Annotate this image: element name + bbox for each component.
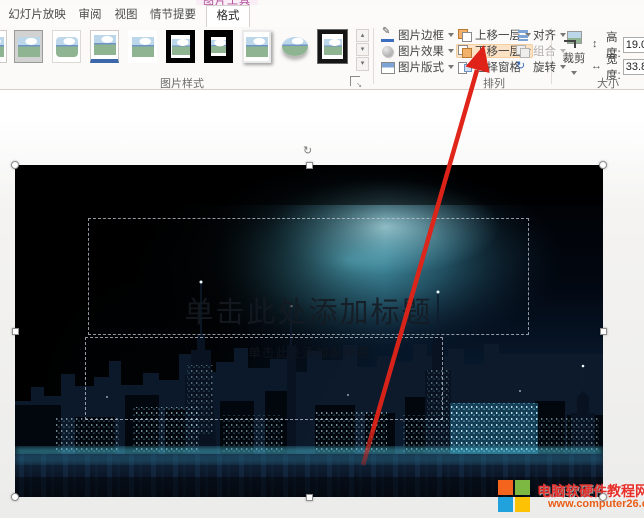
ribbon-tab-row: 幻灯片放映 审阅 视图 情节提要 格式 <box>0 5 644 27</box>
picture-border-label: 图片边框 <box>398 27 444 43</box>
picture-border-icon <box>381 29 395 42</box>
logo-square-yellow <box>515 497 530 512</box>
resize-handle-bottom-left[interactable] <box>11 493 19 501</box>
logo-square-orange <box>498 480 513 495</box>
resize-handle-top-center[interactable] <box>306 162 313 169</box>
title-placeholder[interactable]: 单击此处添加标题 <box>88 218 529 335</box>
style-preview-image <box>172 39 190 55</box>
picture-layout-icon <box>381 61 395 74</box>
group-separator <box>373 28 374 84</box>
resize-handle-top-right[interactable] <box>599 161 607 169</box>
ribbon: 图片工具 幻灯片放映 审阅 视图 情节提要 格式 ▴ ▾ ▾ <box>0 0 644 90</box>
picture-effects-label: 图片效果 <box>398 43 444 59</box>
dialog-launcher-icon[interactable] <box>350 76 360 86</box>
rotate-label: 旋转 <box>533 59 556 75</box>
width-icon <box>590 61 604 74</box>
tab-storyboard[interactable]: 情节提要 <box>148 5 198 26</box>
watermark-logo-icon <box>498 480 532 514</box>
gallery-scroll-up-icon[interactable]: ▴ <box>356 29 369 42</box>
chevron-down-icon <box>571 71 577 75</box>
size-group-label: 大小 <box>597 75 619 91</box>
tab-view[interactable]: 视图 <box>112 5 140 26</box>
style-preview-image <box>0 37 4 57</box>
picture-style-thumbnail[interactable] <box>52 30 81 63</box>
picture-layout-label: 图片版式 <box>398 59 444 75</box>
title-placeholder-text: 单击此处添加标题 <box>184 289 432 334</box>
picture-style-thumbnail[interactable] <box>242 30 271 63</box>
height-icon <box>590 39 604 52</box>
picture-style-thumbnail[interactable] <box>204 30 233 63</box>
style-preview-image <box>56 37 78 57</box>
picture-effects-button[interactable]: 图片效果 <box>379 44 456 58</box>
gallery-scroll-down-icon[interactable]: ▾ <box>356 43 369 56</box>
powerpoint-window: 图片工具 幻灯片放映 审阅 视图 情节提要 格式 ▴ ▾ ▾ <box>0 0 644 518</box>
send-backward-icon <box>458 45 472 58</box>
picture-style-thumbnail[interactable] <box>318 30 347 63</box>
picture-style-thumbnail[interactable] <box>280 30 309 63</box>
rotation-handle-icon[interactable]: ↻ <box>303 144 312 157</box>
picture-styles-group-label: 图片样式 <box>160 75 204 91</box>
picture-style-thumbnail-selected[interactable] <box>14 30 43 63</box>
crop-button[interactable]: 裁剪 <box>558 28 590 74</box>
rotate-icon <box>516 61 530 74</box>
logo-square-green <box>515 480 530 495</box>
width-input[interactable] <box>623 59 644 75</box>
crop-icon <box>564 29 584 47</box>
picture-styles-gallery <box>0 28 354 72</box>
resize-handle-middle-left[interactable] <box>12 328 19 335</box>
align-icon <box>516 29 530 42</box>
tab-review[interactable]: 审阅 <box>76 5 104 26</box>
chevron-down-icon <box>448 49 454 53</box>
tab-format[interactable]: 格式 <box>206 5 250 27</box>
subtitle-placeholder[interactable]: 单击此处添加副标题 <box>85 337 443 420</box>
picture-effects-icon <box>381 45 395 58</box>
resize-handle-top-left[interactable] <box>11 161 19 169</box>
watermark-site-url: www.computer26.com <box>548 498 644 510</box>
subtitle-placeholder-text: 单击此处添加副标题 <box>131 342 487 361</box>
bring-forward-icon <box>458 29 472 42</box>
align-label: 对齐 <box>533 27 556 43</box>
picture-border-button[interactable]: 图片边框 <box>379 28 456 42</box>
style-preview-image <box>282 37 308 56</box>
picture-layout-button[interactable]: 图片版式 <box>379 60 456 74</box>
resize-handle-bottom-right[interactable] <box>599 493 607 501</box>
tab-slideshow[interactable]: 幻灯片放映 <box>6 5 68 26</box>
style-preview-image <box>211 40 226 53</box>
resize-handle-bottom-center[interactable] <box>306 494 313 501</box>
picture-style-thumbnail[interactable] <box>128 30 157 63</box>
style-preview-image <box>246 37 268 57</box>
arrange-group-label: 排列 <box>483 75 505 91</box>
style-preview-image <box>18 37 40 57</box>
style-preview-image <box>324 39 342 55</box>
selected-picture[interactable]: 单击此处添加标题 单击此处添加副标题 <box>15 165 603 497</box>
picture-style-thumbnail[interactable] <box>0 30 7 63</box>
chevron-down-icon <box>448 33 454 37</box>
style-preview-image <box>132 37 154 57</box>
crop-label: 裁剪 <box>563 53 586 65</box>
group-objects-icon <box>516 45 530 58</box>
gallery-more-icon[interactable]: ▾ <box>356 57 369 71</box>
picture-style-thumbnail[interactable] <box>166 30 195 63</box>
selection-pane-button[interactable]: 选择窗格 <box>456 60 523 74</box>
picture-style-thumbnail[interactable] <box>90 30 119 63</box>
logo-square-blue <box>498 497 513 512</box>
chevron-down-icon <box>448 65 454 69</box>
selection-pane-icon <box>458 61 472 74</box>
resize-handle-middle-right[interactable] <box>600 328 607 335</box>
style-preview-image <box>94 35 116 55</box>
slide-canvas[interactable]: 单击此处添加标题 单击此处添加副标题 ↻ 电脑软硬件教程网 www.comput… <box>0 90 644 518</box>
group-label: 组合 <box>533 43 556 59</box>
